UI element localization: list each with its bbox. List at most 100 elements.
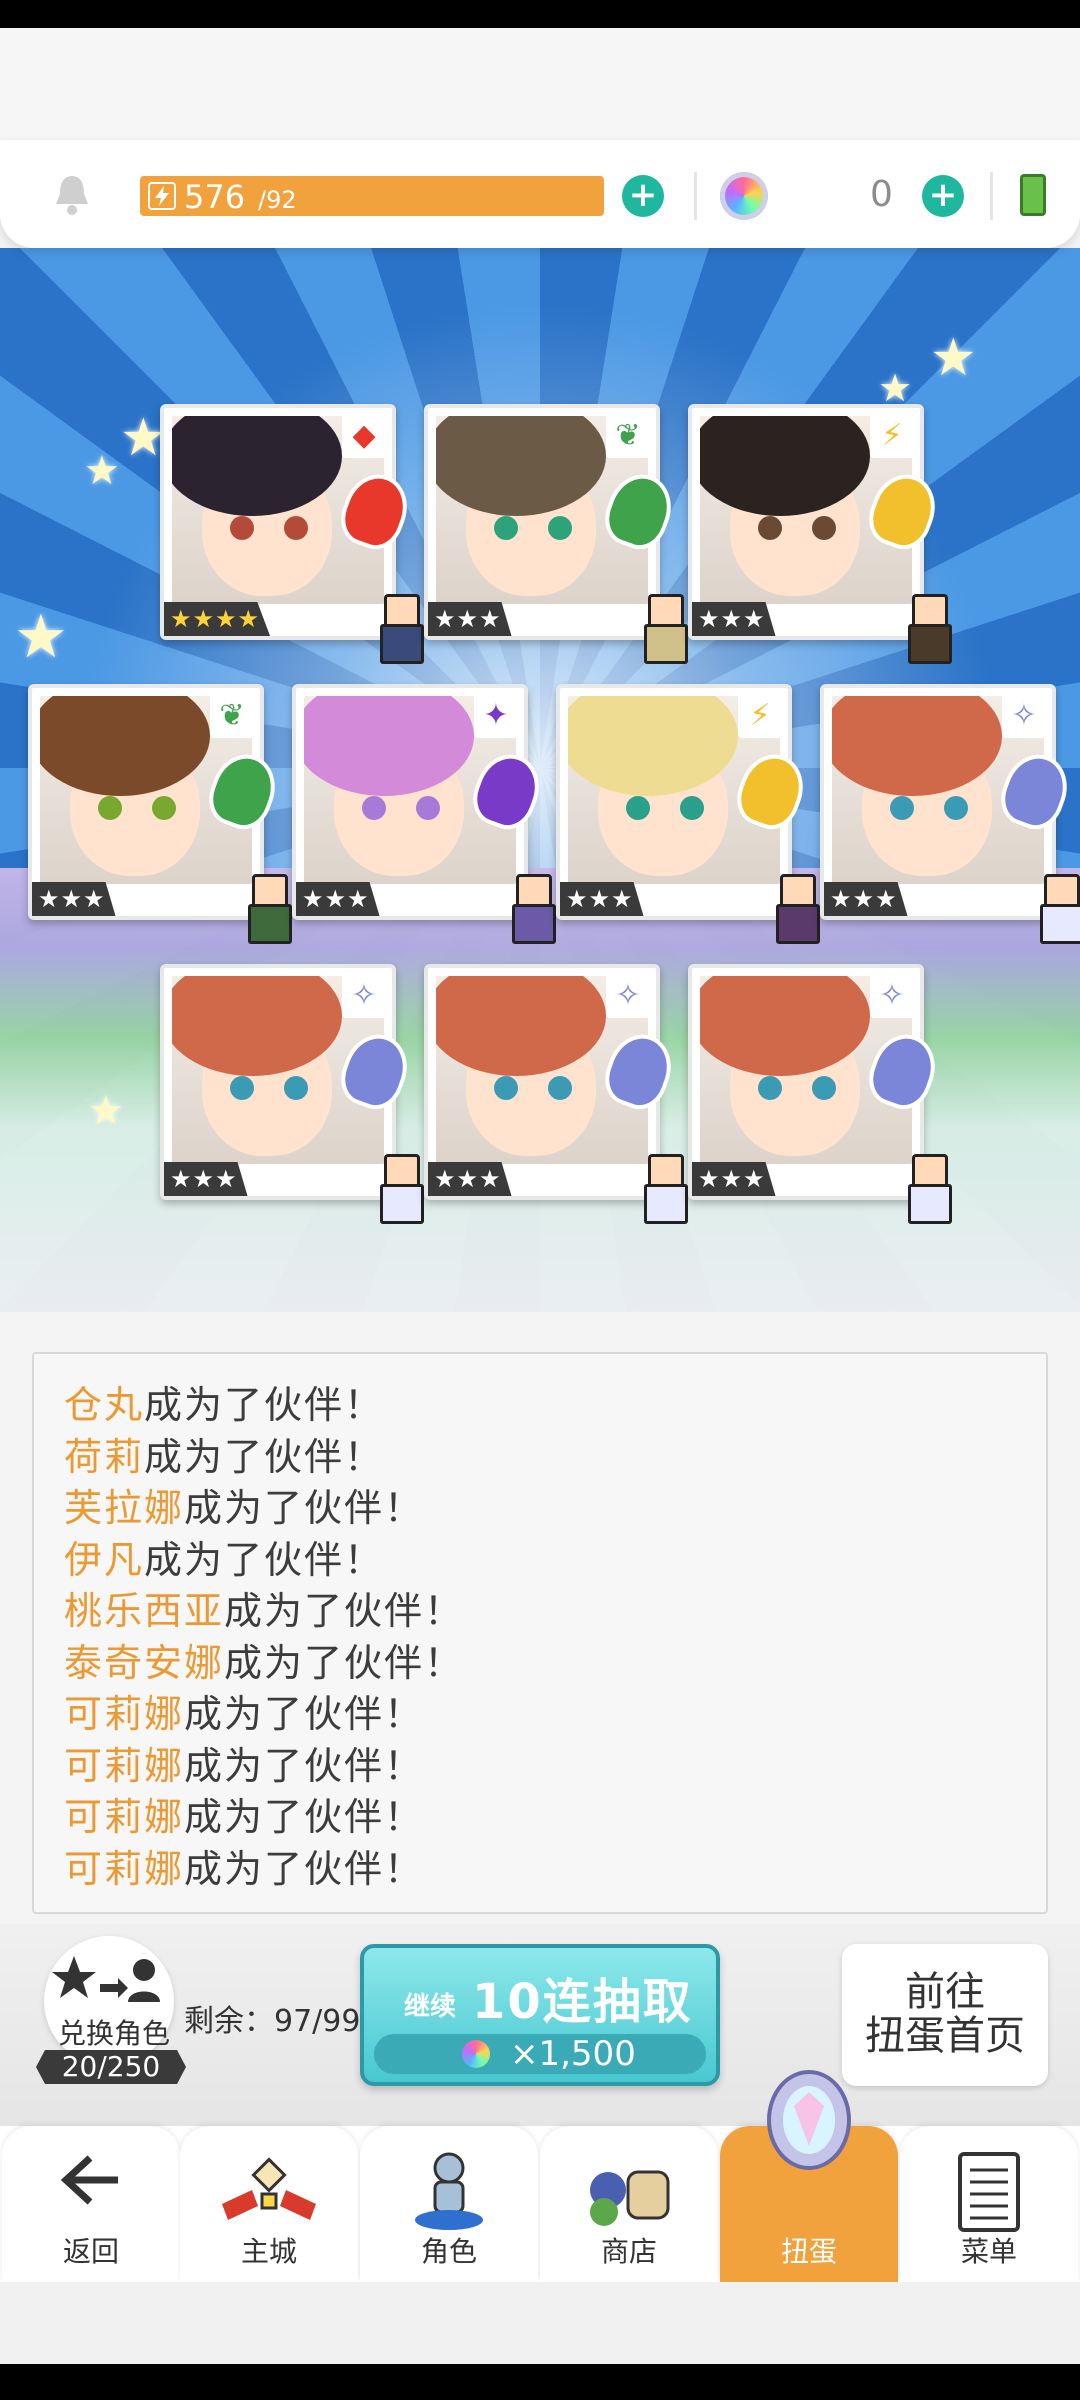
pixel-sprite-icon	[376, 1154, 424, 1224]
pixel-sprite-icon	[904, 594, 952, 664]
character-card[interactable]: ◆ ★★★★	[160, 404, 424, 664]
character-card[interactable]: ⚡ ★★★	[688, 404, 952, 664]
system-nav-bar	[0, 2364, 1080, 2400]
exchange-count: 20/250	[36, 2050, 186, 2084]
pull-continue-label: 继续	[404, 1992, 457, 2022]
portrait-eye	[812, 516, 836, 540]
gacha-icon	[744, 2066, 874, 2180]
character-card[interactable]: ⚡ ★★★	[556, 684, 820, 944]
castle-icon	[214, 2150, 324, 2234]
nav-tab-5[interactable]: 扭蛋	[720, 2070, 898, 2282]
wind-element-icon: ❦	[210, 694, 254, 738]
pixel-sprite-icon	[508, 874, 556, 944]
add-gem-button[interactable]: +	[922, 175, 964, 217]
menu-icon	[954, 2150, 1024, 2238]
light-element-icon: ✧	[606, 974, 650, 1018]
character-card[interactable]: ✧ ★★★	[820, 684, 1080, 944]
light-element-icon: ✧	[342, 974, 386, 1018]
nav-tab-label: 扭蛋	[780, 2235, 837, 2268]
rarity-stars: ★★★	[560, 882, 644, 916]
portrait-eye	[548, 1076, 572, 1100]
divider	[694, 172, 697, 220]
gem-count: 0	[870, 174, 893, 215]
battery-icon	[1020, 174, 1046, 216]
portrait-eye	[416, 796, 440, 820]
character-card[interactable]: ✧ ★★★	[160, 964, 424, 1224]
fire-element-icon: ◆	[342, 414, 386, 458]
gacha-home-line2: 扭蛋首页	[865, 2013, 1025, 2059]
nav-tab-label: 返回	[62, 2235, 119, 2268]
nav-tab-2[interactable]: 主城	[180, 2126, 358, 2282]
sparkle-star-icon: ★	[14, 602, 68, 672]
nav-tab-label: 角色	[420, 2235, 477, 2268]
pixel-sprite-icon	[640, 1154, 688, 1224]
rarity-stars: ★★★	[32, 882, 116, 916]
log-text: 成为了伙伴！	[184, 1795, 425, 1839]
gacha-home-button[interactable]: 前往 扭蛋首页	[842, 1944, 1048, 2086]
character-card[interactable]: ❦ ★★★	[424, 404, 688, 664]
nav-tab-label: 商店	[600, 2235, 657, 2268]
pixel-sprite-icon	[904, 1154, 952, 1224]
log-text: 成为了伙伴！	[144, 1434, 385, 1479]
log-text: 成为了伙伴！	[184, 1743, 425, 1788]
nav-tab-3[interactable]: 角色	[360, 2126, 538, 2282]
log-line: 可莉娜成为了伙伴！	[64, 1683, 424, 1738]
pixel-sprite-icon	[376, 594, 424, 664]
portrait-eye	[152, 796, 176, 820]
rainbow-gem-icon	[720, 172, 768, 220]
portrait-eye	[230, 516, 254, 540]
back-arrow-icon	[56, 2150, 126, 2214]
portrait-eye	[284, 516, 308, 540]
log-line: 伊凡成为了伙伴！	[64, 1529, 384, 1584]
rarity-stars: ★★★	[164, 1162, 248, 1196]
rarity-stars: ★★★	[428, 602, 512, 636]
character-card[interactable]: ✦ ★★★	[292, 684, 556, 944]
portrait-eye	[494, 1076, 518, 1100]
character-name: 可莉娜	[64, 1743, 185, 1788]
log-text: 成为了伙伴！	[224, 1589, 465, 1633]
portrait-eye	[362, 796, 386, 820]
sparkle-star-icon: ★	[88, 1088, 124, 1134]
rarity-stars: ★★★	[824, 882, 908, 916]
add-stamina-button[interactable]: +	[622, 175, 664, 217]
portrait-eye	[230, 1076, 254, 1100]
log-text: 成为了伙伴！	[184, 1846, 425, 1891]
character-card[interactable]: ✧ ★★★	[424, 964, 688, 1224]
pull-main-label: 10连抽取	[472, 1974, 693, 2030]
character-name: 芙拉娜	[64, 1486, 185, 1530]
nav-tab-label: 主城	[240, 2235, 297, 2268]
portrait-eye	[548, 516, 572, 540]
bell-icon[interactable]	[52, 172, 92, 220]
portrait-eye	[758, 1076, 782, 1100]
nav-tab-4[interactable]: 商店	[540, 2126, 718, 2282]
log-text: 成为了伙伴！	[144, 1383, 385, 1427]
remaining-count: 剩余：97/99	[184, 2004, 361, 2039]
rainbow-gem-icon	[462, 2040, 490, 2068]
character-card[interactable]: ❦ ★★★	[28, 684, 292, 944]
bottom-strip	[0, 2282, 1080, 2364]
character-name: 伊凡	[64, 1537, 145, 1582]
character-card[interactable]: ✧ ★★★	[688, 964, 952, 1224]
log-line: 桃乐西亚成为了伙伴！	[64, 1580, 464, 1635]
stamina-max: /92	[258, 186, 297, 214]
sparkle-star-icon: ★	[84, 448, 120, 494]
shop-icon	[574, 2150, 684, 2234]
sparkle-star-icon: ★	[930, 328, 977, 388]
result-log[interactable]: 仓丸成为了伙伴！ 荷莉成为了伙伴！ 芙拉娜成为了伙伴！ 伊凡成为了伙伴！ 桃乐西亚成为了…	[32, 1352, 1048, 1914]
divider	[990, 172, 993, 220]
gacha-home-line1: 前往	[905, 1969, 985, 2015]
pull-cost: ×1,500	[510, 2034, 636, 2074]
nav-tab-1[interactable]: 返回	[2, 2126, 180, 2282]
lightning-icon	[148, 182, 176, 210]
nav-tab-6[interactable]: 菜单	[900, 2126, 1078, 2282]
log-line: 泰奇安娜成为了伙伴！	[64, 1632, 464, 1687]
character-name: 桃乐西亚	[64, 1589, 225, 1633]
stamina-current: 576	[184, 178, 246, 216]
portrait-eye	[812, 1076, 836, 1100]
log-line: 仓丸成为了伙伴！	[64, 1374, 384, 1429]
portrait-eye	[680, 796, 704, 820]
log-line: 可莉娜成为了伙伴！	[64, 1786, 424, 1841]
light-element-icon: ✧	[1002, 694, 1046, 738]
rarity-stars: ★★★	[428, 1162, 512, 1196]
rarity-stars: ★★★	[296, 882, 380, 916]
